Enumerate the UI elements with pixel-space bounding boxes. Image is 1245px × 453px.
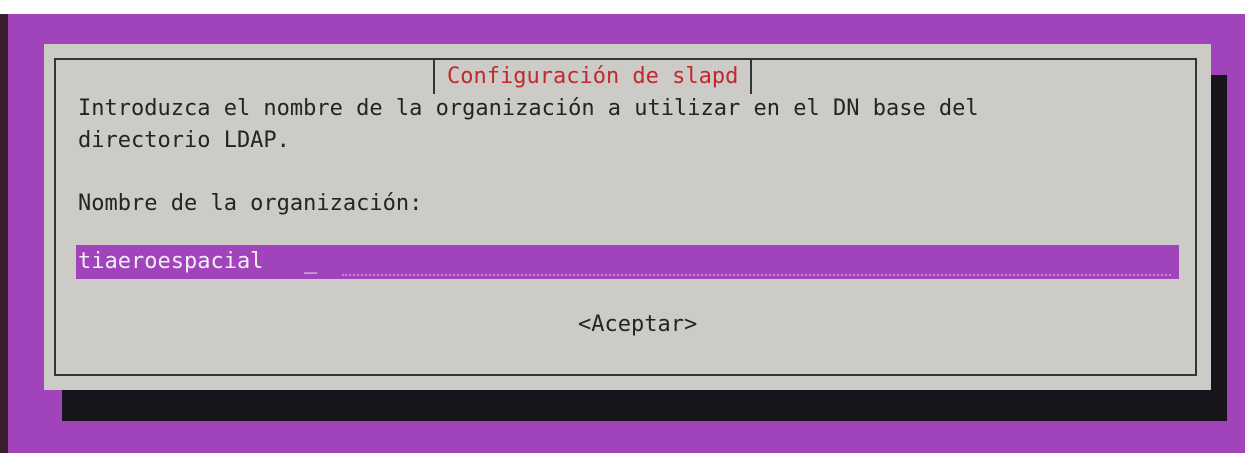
organization-name-input[interactable]: tiaeroespacial _ (76, 245, 1179, 279)
organization-name-label: Nombre de la organización: (78, 191, 423, 216)
input-value: tiaeroespacial (78, 249, 264, 274)
input-fill-dots (342, 274, 1171, 276)
text-cursor: _ (304, 249, 318, 274)
terminal-left-edge (0, 14, 8, 453)
terminal-window: Configuración de slapd Introduzca el nom… (0, 14, 1245, 453)
dialog-title: Configuración de slapd (433, 60, 753, 94)
dialog-message-line-1: Introduzca el nombre de la organización … (78, 96, 979, 121)
slapd-config-dialog: Configuración de slapd Introduzca el nom… (44, 44, 1211, 390)
accept-button[interactable]: <Aceptar> (578, 309, 697, 341)
dialog-message-line-2: directorio LDAP. (78, 128, 290, 153)
